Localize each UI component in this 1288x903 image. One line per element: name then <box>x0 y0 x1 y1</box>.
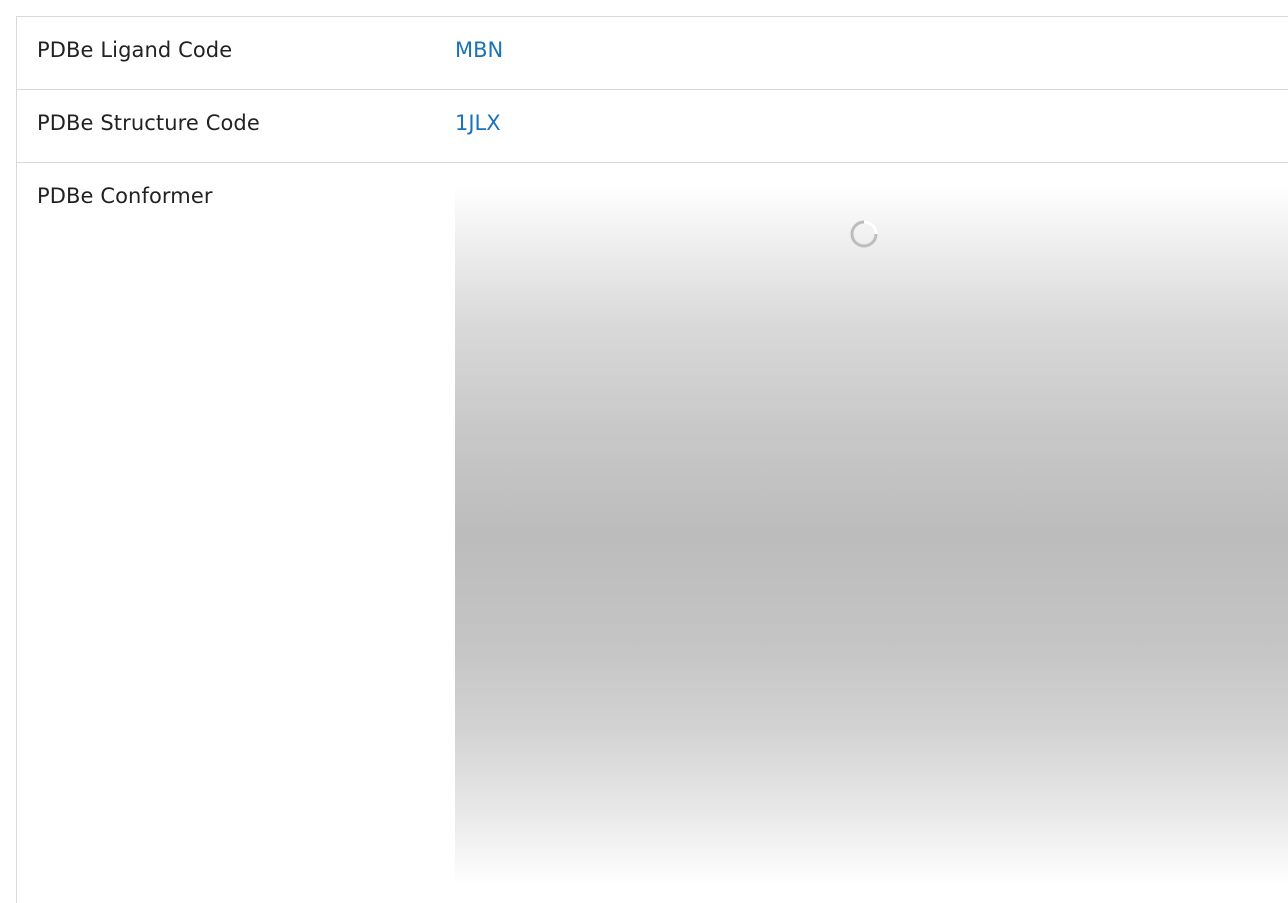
structure-code-row: PDBe Structure Code 1JLX <box>17 90 1288 163</box>
structure-code-link[interactable]: 1JLX <box>455 111 501 135</box>
ligand-code-label: PDBe Ligand Code <box>37 38 233 62</box>
ligand-code-row: PDBe Ligand Code MBN <box>17 17 1288 90</box>
loading-spinner-icon <box>850 220 878 248</box>
conformer-3d-viewer[interactable] <box>455 185 1288 885</box>
conformer-row: PDBe Conformer <box>17 163 1288 903</box>
conformer-label: PDBe Conformer <box>37 184 213 208</box>
ligand-info-table: PDBe Ligand Code MBN PDBe Structure Code… <box>16 16 1288 903</box>
structure-code-label: PDBe Structure Code <box>37 111 260 135</box>
ligand-code-link[interactable]: MBN <box>455 38 503 62</box>
